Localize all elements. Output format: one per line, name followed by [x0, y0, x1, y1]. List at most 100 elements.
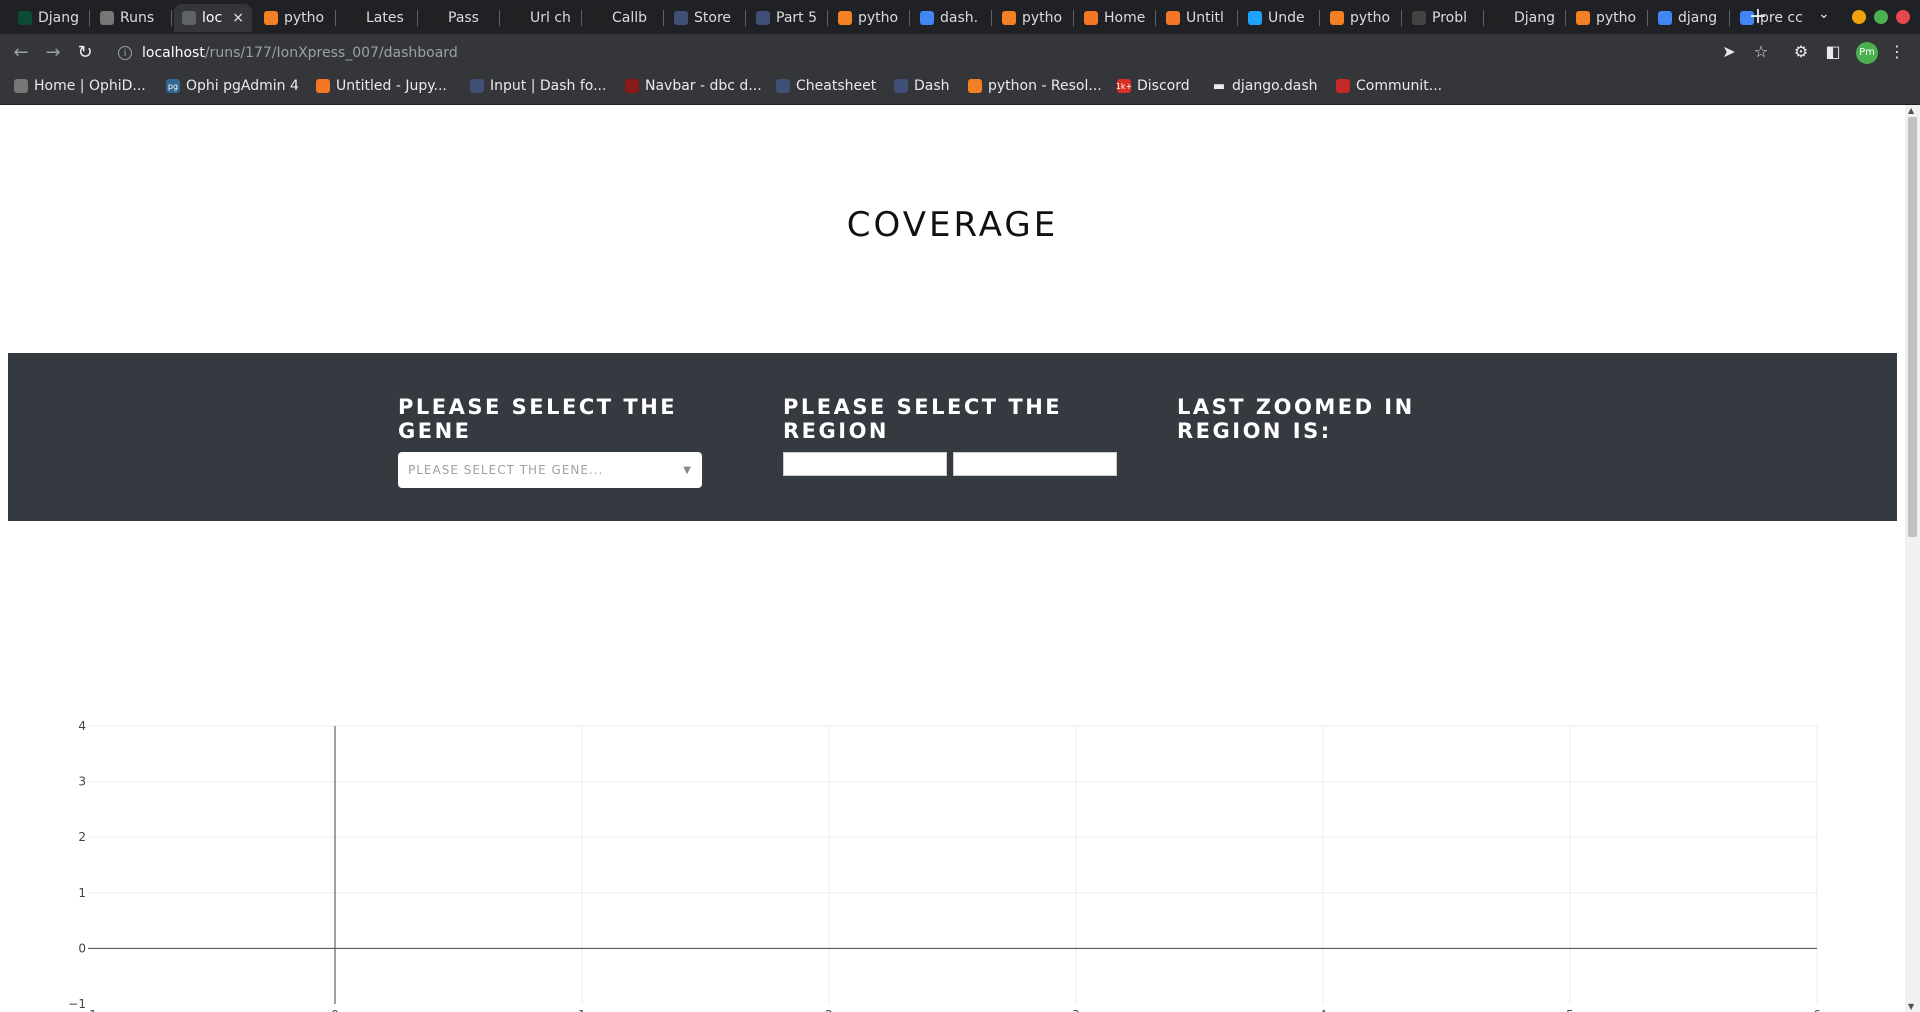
tab-label: djang	[1678, 10, 1718, 26]
bookmark-item[interactable]: pg Ophi pgAdmin 4	[166, 78, 299, 94]
bookmark-item[interactable]: Communit...	[1336, 78, 1442, 94]
tab-separator	[745, 10, 746, 26]
stackoverflow-icon	[838, 11, 852, 25]
page-scrollbar[interactable]: ▲ ▼	[1905, 105, 1920, 1012]
browser-tab[interactable]: Callb	[584, 4, 662, 32]
jupyter-icon	[1084, 11, 1098, 25]
browser-tab[interactable]: Untitl	[1158, 4, 1236, 32]
gene-label: PLEASE SELECT THE GENE	[398, 395, 678, 443]
bookmark-item[interactable]: ▬ django.dash	[1212, 78, 1318, 94]
region-start-input[interactable]	[783, 452, 947, 476]
folder-icon: ▬	[1212, 78, 1226, 94]
forward-arrow-icon[interactable]: →	[42, 42, 64, 63]
tab-label: pytho	[284, 10, 325, 26]
tab-separator	[991, 10, 992, 26]
url-path: /runs/177/IonXpress_007/dashboard	[204, 45, 458, 61]
browser-tab[interactable]: Url ch	[502, 4, 580, 32]
bookmark-item[interactable]: Untitled - Jupy...	[316, 78, 447, 94]
x-tick-label: 3	[1072, 1008, 1080, 1012]
profile-avatar[interactable]: Pm	[1856, 42, 1878, 64]
jupyter-notebook-icon	[316, 79, 330, 93]
minimize-dot-icon[interactable]	[1852, 10, 1866, 24]
browser-tab[interactable]: pytho	[994, 4, 1072, 32]
browser-tab[interactable]: Djang	[10, 4, 88, 32]
browser-tab[interactable]: dash.	[912, 4, 990, 32]
tab-separator	[1483, 10, 1484, 26]
browser-tab[interactable]: Part 5	[748, 4, 826, 32]
bookmark-star-icon[interactable]: ☆	[1750, 42, 1772, 61]
bookmark-item[interactable]: Input | Dash fo...	[470, 78, 606, 94]
bookmark-item[interactable]: Navbar - dbc d...	[625, 78, 762, 94]
bookmark-item[interactable]: Home | OphiD...	[14, 78, 146, 94]
bookmark-label: Dash	[914, 78, 950, 94]
browser-tab[interactable]: pytho	[1322, 4, 1400, 32]
tab-label: dash.	[940, 10, 979, 26]
discord-icon: 1k+	[1116, 79, 1132, 93]
x-tick-label: 4	[1319, 1008, 1327, 1012]
maximize-dot-icon[interactable]	[1874, 10, 1888, 24]
tab-label: Runs	[120, 10, 155, 26]
chevron-down-icon[interactable]: ▼	[683, 465, 692, 476]
plotly-icon	[592, 11, 606, 25]
tab-separator	[1729, 10, 1730, 26]
bookmark-item[interactable]: Dash	[894, 78, 950, 94]
y-tick-label: 0	[78, 941, 86, 955]
bookmark-label: Communit...	[1356, 78, 1443, 94]
y-tick-label: 4	[78, 719, 86, 733]
browser-tab[interactable]: pytho	[256, 4, 334, 32]
browser-tab[interactable]: Unde	[1240, 4, 1318, 32]
tab-label: Untitl	[1186, 10, 1224, 26]
scroll-up-icon[interactable]: ▲	[1908, 106, 1914, 115]
y-tick-label: 3	[78, 775, 86, 789]
send-icon[interactable]: ➤	[1718, 42, 1740, 61]
coverage-chart[interactable]: −10123456−101234	[0, 595, 1905, 1012]
url-host: localhost	[142, 45, 205, 61]
browser-tab[interactable]: Runs	[92, 4, 170, 32]
close-icon[interactable]: ×	[232, 10, 244, 26]
browser-tab[interactable]: Store	[666, 4, 744, 32]
browser-tab[interactable]: Lates	[338, 4, 416, 32]
browser-tab[interactable]: djang	[1650, 4, 1728, 32]
site-info-icon[interactable]: i	[118, 46, 132, 60]
gene-dropdown[interactable]: PLEASE SELECT THE GENE... ▼	[398, 452, 702, 488]
menu-kebab-icon[interactable]: ⋮	[1886, 42, 1908, 61]
tab-separator	[1565, 10, 1566, 26]
scroll-thumb[interactable]	[1908, 117, 1917, 537]
bookmark-label: Input | Dash fo...	[490, 78, 607, 94]
browser-tab[interactable]: pytho	[1568, 4, 1646, 32]
new-tab-plus-icon[interactable]: +	[1744, 4, 1772, 32]
region-end-input[interactable]	[953, 452, 1117, 476]
browser-tab[interactable]: Home	[1076, 4, 1154, 32]
reload-icon[interactable]: ↻	[74, 42, 96, 63]
tab-separator	[1237, 10, 1238, 26]
browser-tab[interactable]: Pass	[420, 4, 498, 32]
stackoverflow-icon	[1002, 11, 1016, 25]
bookmark-label: python - Resol...	[988, 78, 1102, 94]
browser-tab[interactable]: Djang	[1486, 4, 1564, 32]
browser-tab[interactable]: Probl	[1404, 4, 1482, 32]
browser-tab[interactable]: pytho	[830, 4, 908, 32]
ophid-icon	[14, 79, 28, 93]
community-icon	[1336, 79, 1350, 93]
tab-label: Djang	[38, 10, 80, 26]
ophid-icon	[100, 11, 114, 25]
tab-search-chevron-icon[interactable]: ⌄	[1818, 6, 1830, 22]
side-panel-icon[interactable]: ◧	[1822, 42, 1844, 61]
tab-separator	[581, 10, 582, 26]
tab-separator	[1155, 10, 1156, 26]
bookmark-item[interactable]: Cheatsheet	[776, 78, 876, 94]
bookmarks-bar: Home | OphiD... pg Ophi pgAdmin 4 Untitled …	[0, 72, 1920, 105]
address-bar[interactable]: i localhost /runs/177/IonXpress_007/dash…	[110, 38, 1710, 68]
plotly-icon	[346, 11, 360, 25]
x-tick-label: 1	[578, 1008, 586, 1012]
scroll-down-icon[interactable]: ▼	[1908, 1002, 1914, 1011]
y-tick-label: 2	[78, 830, 86, 844]
tab-label: Url ch	[530, 10, 571, 26]
browser-tab[interactable]: loc ×	[174, 4, 252, 32]
extensions-puzzle-icon[interactable]: ⚙	[1790, 42, 1812, 61]
bookmark-item[interactable]: python - Resol...	[968, 78, 1102, 94]
back-arrow-icon[interactable]: ←	[10, 42, 32, 63]
bookmark-item[interactable]: 1k+ Discord	[1116, 78, 1190, 94]
bookmark-label: Ophi pgAdmin 4	[186, 78, 299, 94]
close-window-dot-icon[interactable]	[1896, 10, 1910, 24]
